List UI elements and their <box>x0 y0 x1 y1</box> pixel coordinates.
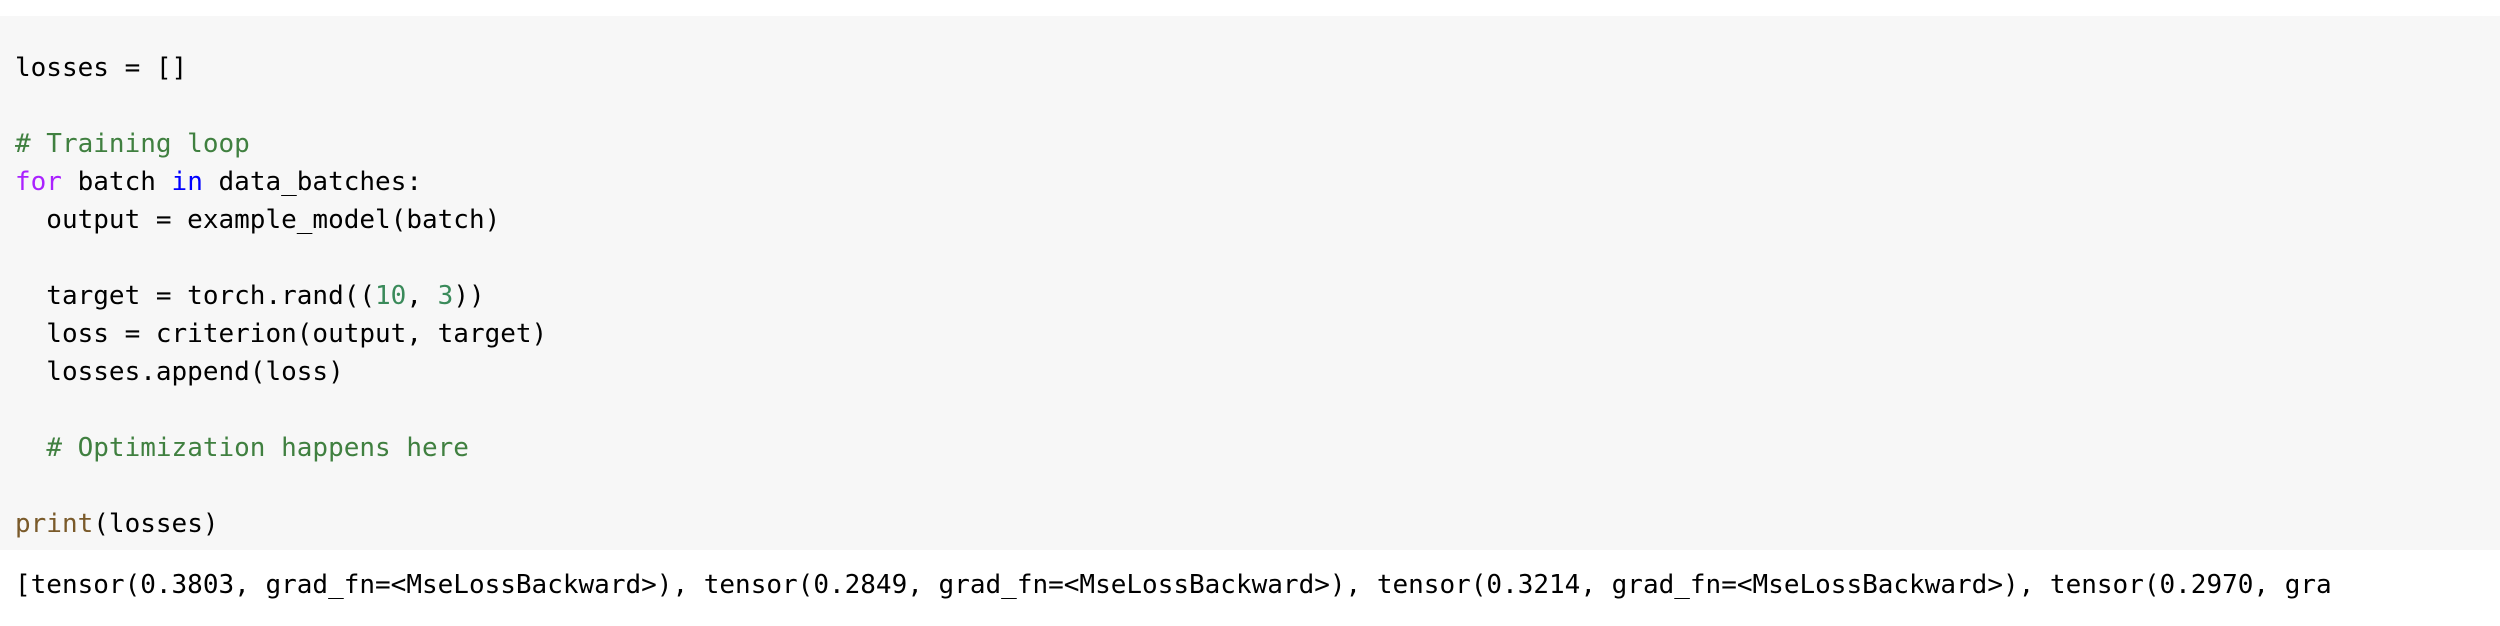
code-cell-input[interactable]: losses = [] # Training loop for batch in d… <box>0 16 2500 550</box>
keyword-in: in <box>171 167 203 197</box>
code-line-8: loss = criterion(output, target) <box>15 319 548 349</box>
code-line-13: print(losses) <box>15 509 219 539</box>
code-comment: # Training loop <box>15 129 250 159</box>
code-editor[interactable]: losses = [] # Training loop for batch in d… <box>15 49 547 543</box>
code-comment: # Optimization happens here <box>46 433 469 463</box>
code-line-9: losses.append(loss) <box>15 357 344 387</box>
number-literal: 10 <box>375 281 407 311</box>
number-literal: 3 <box>437 281 454 311</box>
code-line-7: target = torch.rand((10, 3)) <box>15 281 485 311</box>
builtin-print: print <box>15 509 94 539</box>
code-line-1: losses = [] <box>15 53 188 83</box>
code-line-5: output = example_model(batch) <box>15 205 501 235</box>
keyword-for: for <box>15 167 62 197</box>
code-line-3: # Training loop <box>15 125 547 163</box>
code-line-4: for batch in data_batches: <box>15 167 423 197</box>
cell-output: [tensor(0.3803, grad_fn=<MseLossBackward… <box>15 570 2332 600</box>
code-line-11: # Optimization happens here <box>15 429 547 467</box>
